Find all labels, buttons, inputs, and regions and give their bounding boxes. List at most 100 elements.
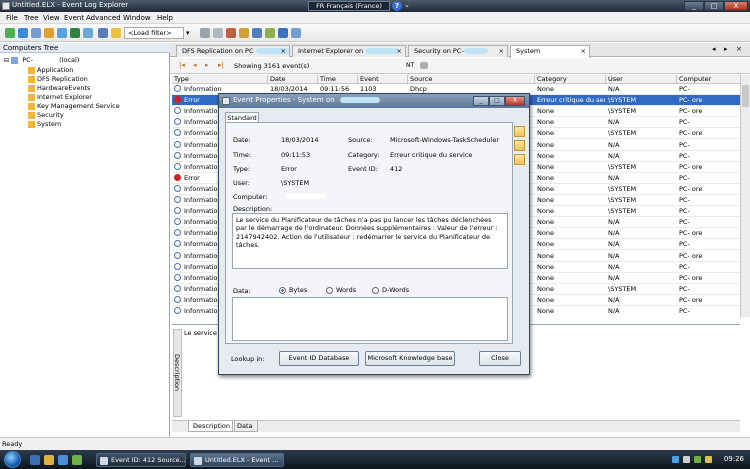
prev-page-icon[interactable]: ◂ <box>193 61 197 69</box>
tree-root-suffix: (local) <box>59 56 80 64</box>
filter-icon[interactable] <box>111 28 121 38</box>
tab-close-icon[interactable]: × <box>736 45 742 53</box>
close-tab-icon[interactable]: × <box>397 46 402 57</box>
menu-event[interactable]: Event <box>64 14 84 22</box>
start-button[interactable] <box>4 451 21 468</box>
microsoft-knowledge-base-button[interactable]: Microsoft Knowledge base <box>365 351 455 366</box>
show-desktop-icon[interactable] <box>30 455 40 465</box>
properties-icon[interactable] <box>98 28 108 38</box>
col-category[interactable]: Category <box>535 75 606 84</box>
find-icon[interactable] <box>278 28 288 38</box>
export-icon[interactable] <box>70 28 80 38</box>
dialog-minimize-button[interactable]: _ <box>473 96 489 106</box>
radio-dwords[interactable]: D-Words <box>372 286 409 294</box>
tree-item-hardware-events[interactable]: HardwareEvents <box>28 84 90 92</box>
explorer-icon[interactable] <box>44 455 54 465</box>
last-page-icon[interactable]: ▸| <box>218 61 224 69</box>
maximize-button[interactable]: □ <box>704 1 724 11</box>
menu-help[interactable]: Help <box>157 14 173 22</box>
window-title: Untitled.ELX - Event Log Explorer <box>12 1 129 9</box>
cell-category: None <box>537 284 554 293</box>
tree-item-security[interactable]: Security <box>28 111 64 119</box>
dialog-close-action-button[interactable]: Close <box>479 351 521 366</box>
event-id-database-button[interactable]: Event ID Database <box>279 351 359 366</box>
previous-event-icon[interactable] <box>514 126 525 137</box>
media-icon[interactable] <box>72 455 82 465</box>
dialog-close-button[interactable]: X <box>505 96 525 106</box>
tree-item-internet-explorer[interactable]: Internet Explorer <box>28 93 92 101</box>
collapse-icon[interactable]: ⊟ <box>4 57 9 64</box>
close-tab-icon[interactable]: × <box>281 46 286 57</box>
dialog-maximize-button[interactable]: □ <box>489 96 505 106</box>
refresh-icon[interactable] <box>31 28 41 38</box>
tab-security[interactable]: Security on PC- × <box>408 45 508 57</box>
network-icon[interactable] <box>672 456 679 463</box>
close-tab-icon[interactable]: × <box>499 46 504 57</box>
vertical-scrollbar[interactable] <box>740 75 750 317</box>
minimize-button[interactable]: _ <box>684 1 704 11</box>
language-indicator[interactable]: FR Français (France) <box>308 1 390 11</box>
next-event-icon[interactable] <box>514 140 525 151</box>
eraser-icon[interactable] <box>420 62 428 69</box>
tray-app-icon[interactable] <box>694 456 701 463</box>
clock[interactable]: 09:26 <box>724 455 744 463</box>
tab-description[interactable]: Description <box>188 421 236 432</box>
tab-data[interactable]: Data <box>232 421 258 432</box>
print-icon[interactable] <box>83 28 93 38</box>
bookmark-icon[interactable] <box>265 28 275 38</box>
window-icon[interactable] <box>291 28 301 38</box>
col-time[interactable]: Time <box>318 75 358 84</box>
event-description-text[interactable]: Le service du Planificateur de tâches n'… <box>232 213 508 269</box>
chevron-down-icon[interactable]: ▾ <box>186 28 194 38</box>
menu-file[interactable]: File <box>6 14 18 22</box>
clear-icon[interactable] <box>200 28 210 38</box>
tree-item-key-management[interactable]: Key Management Service <box>28 102 120 110</box>
tab-scroll-right-icon[interactable]: ▸ <box>724 45 728 53</box>
col-type[interactable]: Type <box>172 75 268 84</box>
new-tree-icon[interactable] <box>5 28 15 38</box>
radio-bytes[interactable]: Bytes <box>279 286 307 294</box>
task-event-properties[interactable]: Event ID: 412 Source... <box>96 453 186 467</box>
tab-dfs-replication[interactable]: DFS Replication on PC × <box>176 45 290 57</box>
menu-window[interactable]: Window <box>123 14 151 22</box>
delete-icon[interactable] <box>226 28 236 38</box>
cell-computer: PC- ore <box>679 129 703 138</box>
close-button[interactable]: X <box>724 1 748 11</box>
col-event[interactable]: Event <box>358 75 408 84</box>
task-event-log-explorer[interactable]: Untitled.ELX - Event ... <box>190 453 284 467</box>
tab-scroll-left-icon[interactable]: ◂ <box>712 45 716 53</box>
tray-alert-icon[interactable] <box>705 456 712 463</box>
copy-icon[interactable] <box>514 154 525 165</box>
menu-tree[interactable]: Tree <box>24 14 39 22</box>
col-computer[interactable]: Computer <box>677 75 740 84</box>
volume-icon[interactable] <box>683 456 690 463</box>
save-icon[interactable] <box>57 28 67 38</box>
scroll-thumb[interactable] <box>742 85 749 107</box>
col-source[interactable]: Source <box>408 75 535 84</box>
next-page-icon[interactable]: ▸ <box>205 61 209 69</box>
stop-icon[interactable] <box>213 28 223 38</box>
col-date[interactable]: Date <box>268 75 318 84</box>
tab-system[interactable]: System × <box>510 45 590 58</box>
tree-item-system[interactable]: System <box>28 120 61 128</box>
tree-item-application[interactable]: Application <box>28 66 73 74</box>
monitor-icon[interactable] <box>252 28 262 38</box>
tree-root[interactable]: ⊟ PC- (local) <box>4 56 79 64</box>
close-tab-icon[interactable]: × <box>581 46 586 57</box>
col-user[interactable]: User <box>606 75 677 84</box>
open-icon[interactable] <box>18 28 28 38</box>
settings-icon[interactable] <box>239 28 249 38</box>
first-page-icon[interactable]: |◂ <box>179 61 185 69</box>
menu-view[interactable]: View <box>43 14 60 22</box>
radio-words[interactable]: Words <box>326 286 356 294</box>
tree-item-dfs-replication[interactable]: DFS Replication <box>28 75 88 83</box>
folder-icon[interactable] <box>44 28 54 38</box>
help-icon[interactable]: ? <box>392 1 402 11</box>
tab-internet-explorer[interactable]: Internet Explorer on × <box>292 45 406 57</box>
menu-advanced[interactable]: Advanced <box>86 14 121 22</box>
cell-computer: PC- <box>679 240 690 249</box>
data-box[interactable] <box>232 297 508 341</box>
internet-explorer-icon[interactable] <box>58 455 68 465</box>
caret-down-icon[interactable]: ⌄ <box>404 1 410 9</box>
load-filter-select[interactable]: <Load filter> <box>124 27 184 39</box>
